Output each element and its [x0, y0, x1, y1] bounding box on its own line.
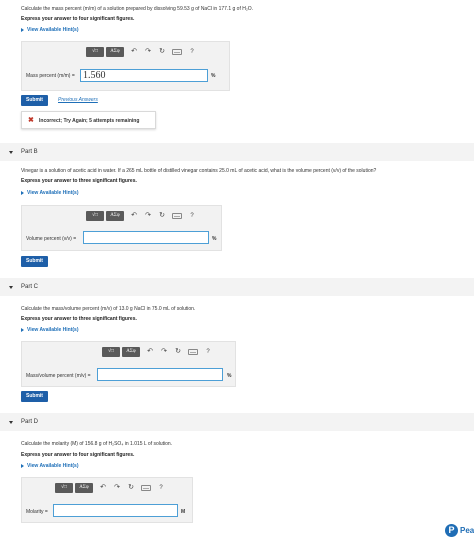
pearson-logo-icon: P — [445, 524, 458, 537]
help-icon[interactable]: ? — [188, 47, 196, 57]
templates-button[interactable]: √□ — [86, 47, 104, 57]
part-d-answer-panel: √□ AΣφ ↶ ↷ ↻ ? Molarity = M — [21, 477, 193, 523]
part-c-submit-button[interactable]: Submit — [21, 391, 48, 402]
expand-triangle-icon — [21, 27, 24, 32]
part-b-answer-panel: √□ AΣφ ↶ ↷ ↻ ? Volume percent (v/v) = % — [21, 205, 222, 251]
feedback-message: Incorrect; Try Again; 5 attempts remaini… — [39, 118, 140, 124]
part-b-header[interactable]: Part B — [0, 143, 474, 161]
math-toolbar: √□ AΣφ ↶ ↷ ↻ ? — [102, 347, 232, 357]
math-toolbar: √□ AΣφ ↶ ↷ ↻ ? — [86, 211, 216, 221]
part-b-answer-input[interactable] — [83, 231, 209, 244]
undo-icon[interactable]: ↶ — [146, 347, 154, 357]
part-d-unit: M — [181, 509, 186, 515]
part-b-answer-label: Volume percent (v/v) = — [26, 236, 77, 242]
collapse-caret-icon — [9, 151, 13, 154]
reset-icon[interactable]: ↻ — [127, 483, 135, 493]
brand-name: Pear — [460, 526, 474, 535]
help-icon[interactable]: ? — [188, 211, 196, 221]
symbols-button[interactable]: AΣφ — [122, 347, 140, 357]
templates-button[interactable]: √□ — [102, 347, 120, 357]
part-a-answer-input[interactable]: 1.560 — [80, 69, 208, 82]
part-c-hints-link[interactable]: View Available Hint(s) — [21, 327, 79, 333]
part-a-instruction: Express your answer to four significant … — [21, 16, 135, 22]
undo-icon[interactable]: ↶ — [130, 47, 138, 57]
math-toolbar: √□ AΣφ ↶ ↷ ↻ ? — [55, 483, 185, 493]
symbols-button[interactable]: AΣφ — [106, 47, 124, 57]
part-b-unit: % — [212, 236, 217, 242]
part-d-header[interactable]: Part D — [0, 413, 474, 431]
part-c-answer-input[interactable] — [97, 368, 223, 381]
part-a-answer-panel: √□ AΣφ ↶ ↷ ↻ ? Mass percent (m/m) = 1.56… — [21, 41, 230, 91]
previous-answers-link[interactable]: Previous Answers — [58, 97, 98, 103]
hints-label: View Available Hint(s) — [27, 327, 79, 333]
redo-icon[interactable]: ↷ — [144, 47, 152, 57]
undo-icon[interactable]: ↶ — [99, 483, 107, 493]
undo-icon[interactable]: ↶ — [130, 211, 138, 221]
part-d-answer-label: Molarity = — [26, 509, 48, 515]
templates-button[interactable]: √□ — [86, 211, 104, 221]
expand-triangle-icon — [21, 463, 24, 468]
reset-icon[interactable]: ↻ — [158, 47, 166, 57]
collapse-caret-icon — [9, 286, 13, 289]
part-c-question: Calculate the mass/volume percent (m/v) … — [21, 306, 196, 312]
keyboard-icon[interactable] — [172, 49, 182, 55]
feedback-box: ✖ Incorrect; Try Again; 5 attempts remai… — [21, 111, 156, 129]
redo-icon[interactable]: ↷ — [113, 483, 121, 493]
hints-label: View Available Hint(s) — [27, 27, 79, 33]
part-c-answer-panel: √□ AΣφ ↶ ↷ ↻ ? Mass/volume percent (m/v)… — [21, 341, 236, 387]
part-a-unit: % — [211, 73, 216, 79]
templates-button[interactable]: √□ — [55, 483, 73, 493]
hints-label: View Available Hint(s) — [27, 190, 79, 196]
part-c-instruction: Express your answer to three significant… — [21, 316, 137, 322]
part-d-answer-input[interactable] — [53, 504, 178, 517]
part-d-title: Part D — [21, 419, 39, 425]
part-a-question: Calculate the mass percent (m/m) of a so… — [21, 6, 254, 12]
keyboard-icon[interactable] — [172, 213, 182, 219]
part-a-submit-button[interactable]: Submit — [21, 95, 48, 106]
part-b-instruction: Express your answer to three significant… — [21, 178, 137, 184]
part-b-hints-link[interactable]: View Available Hint(s) — [21, 190, 79, 196]
keyboard-icon[interactable] — [188, 349, 198, 355]
part-b-question: Vinegar is a solution of acetic acid in … — [21, 168, 377, 174]
part-b-submit-button[interactable]: Submit — [21, 256, 48, 267]
redo-icon[interactable]: ↷ — [160, 347, 168, 357]
math-toolbar: √□ AΣφ ↶ ↷ ↻ ? — [86, 47, 216, 57]
part-a-hints-link[interactable]: View Available Hint(s) — [21, 27, 79, 33]
part-b-title: Part B — [21, 149, 38, 155]
symbols-button[interactable]: AΣφ — [75, 483, 93, 493]
part-d-instruction: Express your answer to four significant … — [21, 452, 135, 458]
part-c-title: Part C — [21, 284, 39, 290]
expand-triangle-icon — [21, 190, 24, 195]
part-d-hints-link[interactable]: View Available Hint(s) — [21, 463, 79, 469]
hints-label: View Available Hint(s) — [27, 463, 79, 469]
reset-icon[interactable]: ↻ — [174, 347, 182, 357]
symbols-button[interactable]: AΣφ — [106, 211, 124, 221]
part-c-header[interactable]: Part C — [0, 278, 474, 296]
collapse-caret-icon — [9, 421, 13, 424]
part-c-unit: % — [227, 373, 232, 379]
part-d-question: Calculate the molarity (M) of 156.8 g of… — [21, 441, 173, 447]
brand-logo: P Pear — [445, 522, 474, 540]
expand-triangle-icon — [21, 327, 24, 332]
part-a-answer-label: Mass percent (m/m) = — [26, 73, 75, 79]
reset-icon[interactable]: ↻ — [158, 211, 166, 221]
error-x-icon: ✖ — [28, 117, 34, 124]
keyboard-icon[interactable] — [141, 485, 151, 491]
part-c-answer-label: Mass/volume percent (m/v) = — [26, 373, 91, 379]
help-icon[interactable]: ? — [157, 483, 165, 493]
redo-icon[interactable]: ↷ — [144, 211, 152, 221]
help-icon[interactable]: ? — [204, 347, 212, 357]
